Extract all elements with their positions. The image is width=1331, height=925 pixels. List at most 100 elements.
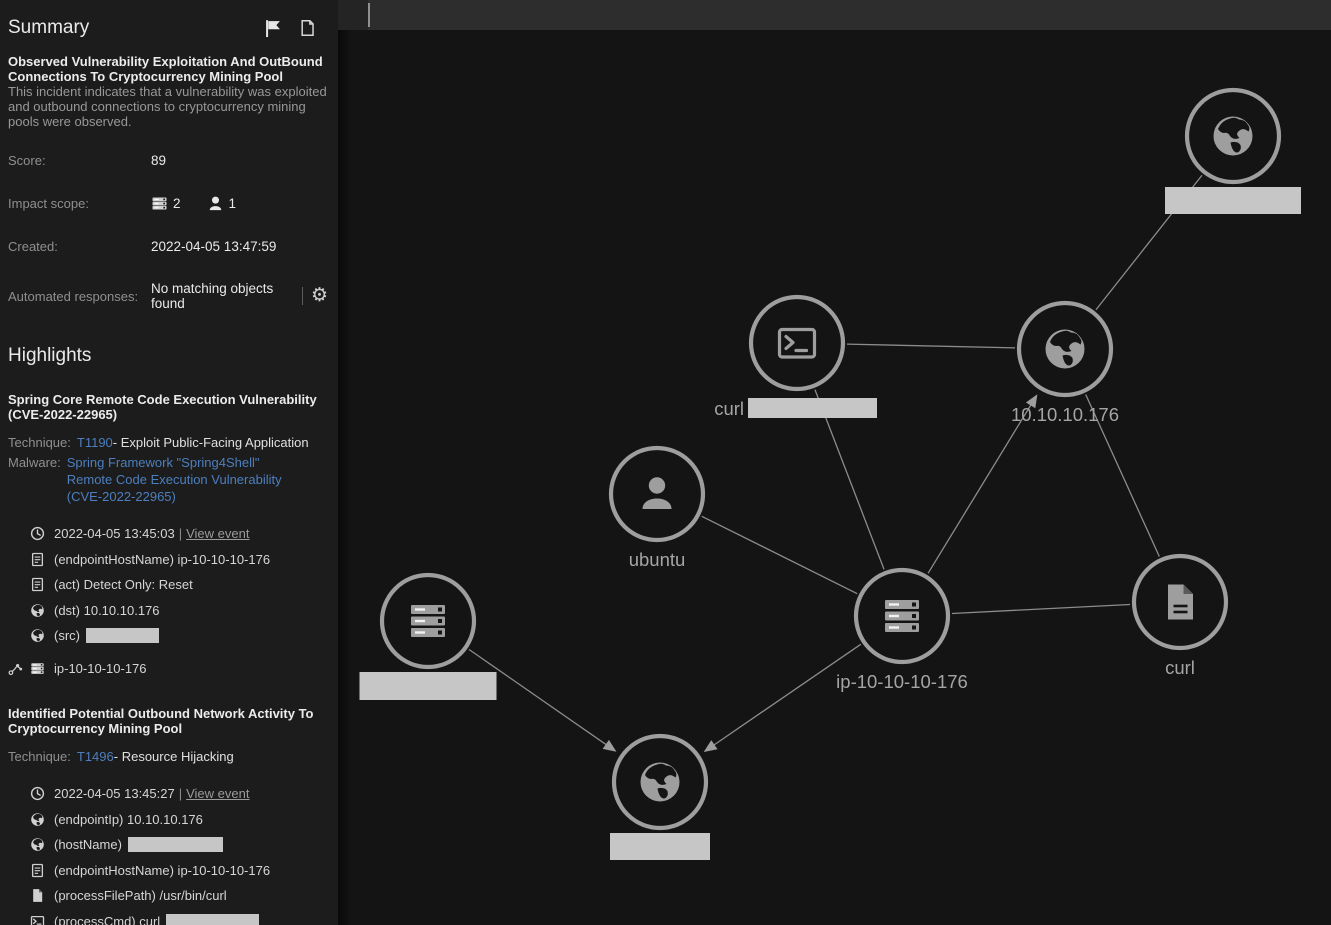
redacted-label bbox=[1165, 187, 1301, 214]
globe-icon bbox=[30, 603, 45, 618]
technique-name: - Resource Hijacking bbox=[114, 748, 234, 765]
impact-scope-label: Impact scope: bbox=[8, 196, 151, 211]
technique-row: Technique: T1496 - Resource Hijacking bbox=[8, 748, 328, 765]
field-score: Score: 89 bbox=[8, 153, 328, 168]
flag-icon[interactable] bbox=[264, 19, 283, 38]
graph-edge bbox=[714, 644, 861, 745]
globe-icon bbox=[1046, 330, 1085, 369]
technique-link[interactable]: T1190 bbox=[77, 434, 113, 451]
event-text: (dst) 10.10.10.176 bbox=[54, 603, 160, 618]
graph-node-ip-10-10-10-176[interactable] bbox=[1019, 303, 1111, 395]
globe-icon bbox=[30, 628, 45, 643]
node-label: ip-10-10-10-176 bbox=[836, 671, 968, 692]
event-list: 2022-04-05 13:45:27|View event(endpointI… bbox=[30, 781, 328, 925]
document-icon bbox=[30, 863, 45, 878]
graph-edge bbox=[702, 516, 857, 593]
graph-node-user-ubuntu[interactable] bbox=[611, 448, 703, 540]
event-row: 2022-04-05 13:45:03 | View event bbox=[30, 521, 328, 547]
impact-server-count: 2 bbox=[173, 196, 181, 211]
responses-label: Automated responses: bbox=[8, 289, 151, 304]
event-text: (src) bbox=[54, 628, 80, 643]
node-label: curl bbox=[714, 398, 744, 419]
graph-node-host-redacted[interactable] bbox=[382, 575, 474, 667]
technique-label: Technique: bbox=[8, 434, 71, 451]
view-event-link[interactable]: View event bbox=[186, 786, 249, 801]
edge-arrowhead bbox=[704, 740, 718, 752]
graph-edge bbox=[952, 605, 1130, 614]
event-text: (processCmd) curl bbox=[54, 914, 160, 925]
event-row: (endpointIp) 10.10.10.176 bbox=[30, 807, 328, 833]
malware-row: Malware:Spring Framework "Spring4Shell" … bbox=[8, 454, 328, 505]
event-text: (processFilePath) /usr/bin/curl bbox=[54, 888, 227, 903]
event-text: (endpointHostName) ip-10-10-10-176 bbox=[54, 552, 270, 567]
score-value: 89 bbox=[151, 153, 166, 168]
document-icon bbox=[30, 552, 45, 567]
event-row: (endpointHostName) ip-10-10-10-176 bbox=[30, 547, 328, 573]
event-text: 2022-04-05 13:45:03 bbox=[54, 526, 175, 541]
created-value: 2022-04-05 13:47:59 bbox=[151, 239, 276, 254]
server-icon bbox=[885, 600, 919, 632]
field-created: Created: 2022-04-05 13:47:59 bbox=[8, 239, 328, 254]
file-icon bbox=[30, 888, 45, 903]
note-icon[interactable] bbox=[299, 19, 316, 37]
graph-node-process-curl[interactable] bbox=[751, 297, 843, 389]
server-icon bbox=[151, 195, 168, 212]
globe-icon bbox=[30, 837, 45, 852]
malware-link[interactable]: Spring Framework "Spring4Shell" Remote C… bbox=[67, 454, 303, 505]
redacted-label bbox=[748, 398, 877, 418]
edge-arrowhead bbox=[603, 740, 617, 752]
highlight-card: Identified Potential Outbound Network Ac… bbox=[8, 706, 328, 925]
node-label: ubuntu bbox=[629, 549, 686, 570]
entity-name: ip-10-10-10-176 bbox=[54, 661, 147, 676]
graph-toolbar bbox=[338, 0, 1331, 30]
impacted-entity[interactable]: ip-10-10-10-176 bbox=[8, 656, 328, 682]
gear-icon[interactable]: ⚙ bbox=[311, 288, 328, 304]
server-icon bbox=[30, 661, 45, 676]
terminal-icon bbox=[30, 914, 45, 925]
event-row: (processCmd) curl bbox=[30, 909, 328, 925]
highlights-list: Spring Core Remote Code Execution Vulner… bbox=[8, 392, 328, 925]
highlight-title: Spring Core Remote Code Execution Vulner… bbox=[8, 392, 328, 422]
globe-icon bbox=[1214, 117, 1253, 156]
node-label: 10.10.10.176 bbox=[1011, 404, 1119, 425]
event-text: 2022-04-05 13:45:27 bbox=[54, 786, 175, 801]
toolbar-divider bbox=[368, 3, 370, 27]
event-row: (dst) 10.10.10.176 bbox=[30, 598, 328, 624]
toolbar-segment bbox=[338, 0, 368, 30]
score-label: Score: bbox=[8, 153, 151, 168]
graph-node-remote-ip-redacted[interactable] bbox=[1187, 90, 1279, 182]
clock-icon bbox=[30, 526, 45, 541]
workbench-root: Summary Observed Vulnerability Exploitat… bbox=[0, 0, 1331, 925]
panel-title: Summary bbox=[8, 17, 264, 39]
technique-name: - Exploit Public-Facing Application bbox=[113, 434, 309, 451]
graph-node-host-ip-10-10-10-176[interactable] bbox=[856, 570, 948, 662]
graph-node-file-curl[interactable] bbox=[1134, 556, 1226, 648]
view-event-link[interactable]: View event bbox=[186, 526, 249, 541]
technique-link[interactable]: T1496 bbox=[77, 748, 114, 765]
separator: | bbox=[179, 526, 182, 541]
summary-panel: Summary Observed Vulnerability Exploitat… bbox=[0, 0, 338, 925]
technique-row: Technique: T1190 - Exploit Public-Facing … bbox=[8, 434, 328, 451]
event-text: (act) Detect Only: Reset bbox=[54, 577, 193, 592]
event-row: (hostName) bbox=[30, 832, 328, 858]
user-icon bbox=[207, 195, 224, 212]
summary-header: Summary bbox=[8, 17, 328, 39]
malware-label: Malware: bbox=[8, 454, 61, 505]
field-impact-scope: Impact scope: 2 1 bbox=[8, 195, 328, 212]
redacted-value bbox=[128, 837, 223, 852]
graph-node-mining-pool-redacted[interactable] bbox=[614, 736, 706, 828]
responses-value: No matching objects found bbox=[151, 281, 293, 311]
highlights-title: Highlights bbox=[8, 345, 328, 367]
event-row: (endpointHostName) ip-10-10-10-176 bbox=[30, 858, 328, 884]
related-icon bbox=[8, 661, 23, 676]
technique-label: Technique: bbox=[8, 748, 71, 765]
created-label: Created: bbox=[8, 239, 151, 254]
redacted-label bbox=[360, 672, 497, 700]
event-row: 2022-04-05 13:45:27|View event bbox=[30, 781, 328, 807]
globe-icon bbox=[30, 812, 45, 827]
event-list: 2022-04-05 13:45:03 | View event (endpointH… bbox=[30, 521, 328, 649]
summary-fields: Score: 89 Impact scope: 2 1 Created: 202… bbox=[8, 153, 328, 311]
graph-edge bbox=[847, 344, 1015, 348]
event-text: (hostName) bbox=[54, 837, 122, 852]
event-text: (endpointHostName) ip-10-10-10-176 bbox=[54, 863, 270, 878]
